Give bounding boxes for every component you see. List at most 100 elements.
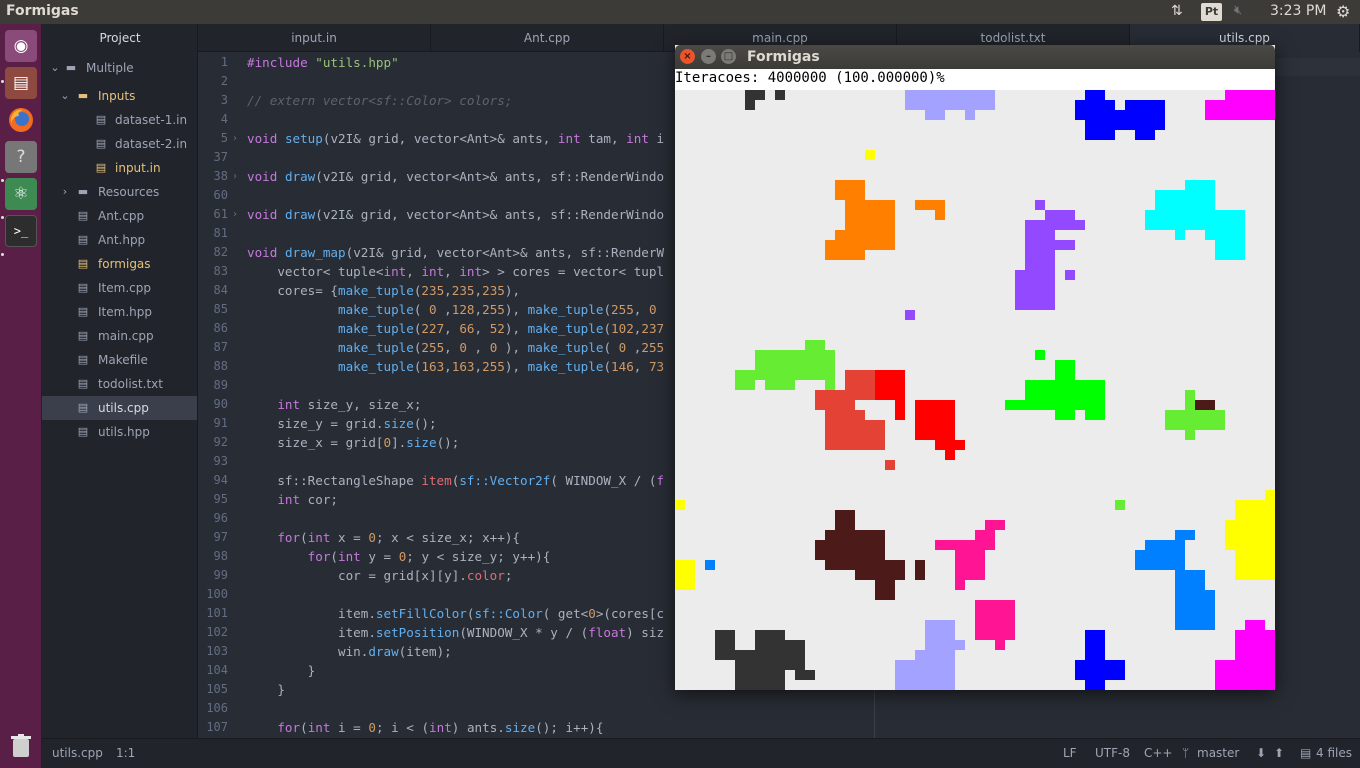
trash-icon[interactable] bbox=[5, 730, 37, 762]
tree-file[interactable]: ▤ dataset-1.in bbox=[42, 108, 197, 132]
gear-icon[interactable]: ⚙ bbox=[1336, 2, 1350, 21]
code-line: for(int y = 0; y < size_y; y++){ bbox=[307, 549, 551, 564]
cluster-red bbox=[875, 370, 965, 460]
fold-chevron-icon[interactable]: › bbox=[232, 209, 238, 220]
code-line: item.setFillColor(sf::Color( get<0>(core… bbox=[247, 606, 665, 621]
file-text-icon: ▤ bbox=[95, 161, 107, 174]
minimize-icon[interactable]: – bbox=[701, 49, 716, 64]
ubuntu-dash-icon[interactable]: ◉ bbox=[5, 30, 37, 62]
line-number: 83 bbox=[213, 264, 228, 278]
tree-folder-inputs[interactable]: ⌄ ▬ Inputs bbox=[42, 84, 197, 108]
code-line: cor = grid[x][y].color; bbox=[247, 568, 513, 583]
git-fetch-icon[interactable]: ⬇ bbox=[1256, 739, 1266, 768]
line-number-gutter: 1 2 3 4 5 37 38 60 61 81 82 83 84 85 86 87 88 89 90 91 92 93 9… bbox=[198, 52, 244, 738]
running-indicator bbox=[1, 216, 4, 219]
file-text-icon: ▤ bbox=[77, 425, 89, 438]
line-number: 87 bbox=[213, 340, 228, 354]
close-icon[interactable]: × bbox=[680, 49, 695, 64]
line-number: 85 bbox=[213, 302, 228, 316]
code-line: cores= {make_tuple(235,235,235), bbox=[247, 283, 521, 298]
clock[interactable]: 3:23 PM bbox=[1270, 3, 1326, 21]
window-titlebar[interactable]: × – □ Formigas bbox=[675, 45, 1275, 69]
tree-folder-resources[interactable]: › ▬ Resources bbox=[42, 180, 197, 204]
tree-file[interactable]: ▤ input.in bbox=[42, 156, 197, 180]
tree-label: main.cpp bbox=[98, 329, 154, 343]
status-files-changed[interactable]: 4 files bbox=[1316, 739, 1352, 768]
line-number: 104 bbox=[206, 663, 228, 677]
line-number: 61 bbox=[213, 207, 228, 221]
network-arrows-icon[interactable]: ⇅ bbox=[1171, 3, 1183, 21]
code-line: int cor; bbox=[277, 492, 339, 507]
line-number: 103 bbox=[206, 644, 228, 658]
tree-file[interactable]: ▤ Ant.cpp bbox=[42, 204, 197, 228]
code-line: void draw_map(v2I& grid, vector<Ant>& an… bbox=[247, 245, 665, 260]
tree-file[interactable]: ▤ Makefile bbox=[42, 348, 197, 372]
top-panel: Formigas ⇅ Pt 🔇︎ 3:23 PM ⚙ bbox=[0, 0, 1360, 24]
tree-file[interactable]: ▤ Ant.hpp bbox=[42, 228, 197, 252]
status-cursor-position[interactable]: 1:1 bbox=[116, 739, 135, 768]
chevron-down-icon: ⌄ bbox=[50, 61, 60, 74]
git-push-icon[interactable]: ⬆ bbox=[1274, 739, 1284, 768]
line-number: 88 bbox=[213, 359, 228, 373]
tree-label: todolist.txt bbox=[98, 377, 163, 391]
line-number: 5 bbox=[220, 131, 228, 145]
git-branch-icon: ᛘ bbox=[1182, 746, 1190, 760]
atom-icon[interactable]: ⚛ bbox=[5, 178, 37, 210]
tree-label: Makefile bbox=[98, 353, 148, 367]
tree-file[interactable]: ▤ main.cpp bbox=[42, 324, 197, 348]
formigas-window[interactable]: × – □ Formigas Iteracoes: 4000000 (100.0… bbox=[675, 45, 1275, 690]
tree-file-selected[interactable]: ▤ utils.cpp bbox=[42, 396, 197, 420]
line-number: 92 bbox=[213, 435, 228, 449]
terminal-icon[interactable]: >_ bbox=[5, 215, 37, 247]
tree-label: Multiple bbox=[86, 61, 134, 75]
keyboard-layout-indicator[interactable]: Pt bbox=[1201, 3, 1222, 21]
tree-file[interactable]: ▤ todolist.txt bbox=[42, 372, 197, 396]
fold-chevron-icon[interactable]: › bbox=[232, 171, 238, 182]
line-number: 106 bbox=[206, 701, 228, 715]
code-line: make_tuple(227, 66, 52), make_tuple(102,… bbox=[338, 321, 665, 336]
tree-file[interactable]: ▤ Item.hpp bbox=[42, 300, 197, 324]
status-file-path[interactable]: utils.cpp bbox=[52, 739, 103, 768]
status-line-ending[interactable]: LF bbox=[1063, 739, 1077, 768]
help-icon[interactable]: ? bbox=[5, 141, 37, 173]
code-line: for(int i = 0; i < (int) ants.size(); i+… bbox=[277, 720, 604, 735]
line-number: 86 bbox=[213, 321, 228, 335]
code-line: // extern vector<sf::Color> colors; bbox=[247, 93, 513, 108]
code-line: int size_y, size_x; bbox=[277, 397, 422, 412]
line-number: 1 bbox=[220, 55, 228, 69]
maximize-icon[interactable]: □ bbox=[721, 49, 736, 64]
firefox-icon[interactable] bbox=[5, 104, 37, 136]
status-encoding[interactable]: UTF-8 bbox=[1095, 739, 1130, 768]
code-line: } bbox=[247, 682, 285, 697]
file-text-icon: ▤ bbox=[77, 329, 89, 342]
tree-folder-multiple[interactable]: ⌄ ▬ Multiple bbox=[42, 56, 197, 80]
files-icon[interactable]: ▤ bbox=[5, 67, 37, 99]
fold-chevron-icon[interactable]: › bbox=[232, 133, 238, 144]
tree-file[interactable]: ▤ Item.cpp bbox=[42, 276, 197, 300]
cluster-lightgreen bbox=[735, 340, 1225, 510]
tab-ant-cpp[interactable]: Ant.cpp bbox=[431, 24, 664, 52]
simulation-canvas[interactable]: Iteracoes: 4000000 (100.000000)% bbox=[675, 69, 1275, 690]
tree-label: dataset-1.in bbox=[115, 113, 188, 127]
cluster-orange bbox=[825, 180, 945, 260]
status-grammar[interactable]: C++ bbox=[1144, 739, 1173, 768]
file-text-icon: ▤ bbox=[95, 137, 107, 150]
running-indicator bbox=[1, 253, 4, 256]
chevron-down-icon: ⌄ bbox=[60, 89, 70, 102]
files-changed-icon: ▤ bbox=[1300, 746, 1312, 760]
window-title: Formigas bbox=[747, 49, 820, 65]
tree-header[interactable]: Project bbox=[42, 24, 198, 52]
code-line: void draw(v2I& grid, vector<Ant>& ants, … bbox=[247, 207, 665, 222]
line-number: 3 bbox=[220, 93, 228, 107]
status-branch[interactable]: master bbox=[1197, 739, 1239, 768]
tab-input-in[interactable]: input.in bbox=[198, 24, 431, 52]
volume-muted-icon[interactable]: 🔇︎ bbox=[1234, 3, 1242, 21]
file-text-icon: ▤ bbox=[77, 377, 89, 390]
code-line: } bbox=[247, 663, 316, 678]
line-number: 96 bbox=[213, 511, 228, 525]
tree-file[interactable]: ▤ dataset-2.in bbox=[42, 132, 197, 156]
line-number: 90 bbox=[213, 397, 228, 411]
code-line: item.setPosition(WINDOW_X * y / (float) … bbox=[247, 625, 665, 640]
tree-file[interactable]: ▤ utils.hpp bbox=[42, 420, 197, 444]
tree-file[interactable]: ▤ formigas bbox=[42, 252, 197, 276]
